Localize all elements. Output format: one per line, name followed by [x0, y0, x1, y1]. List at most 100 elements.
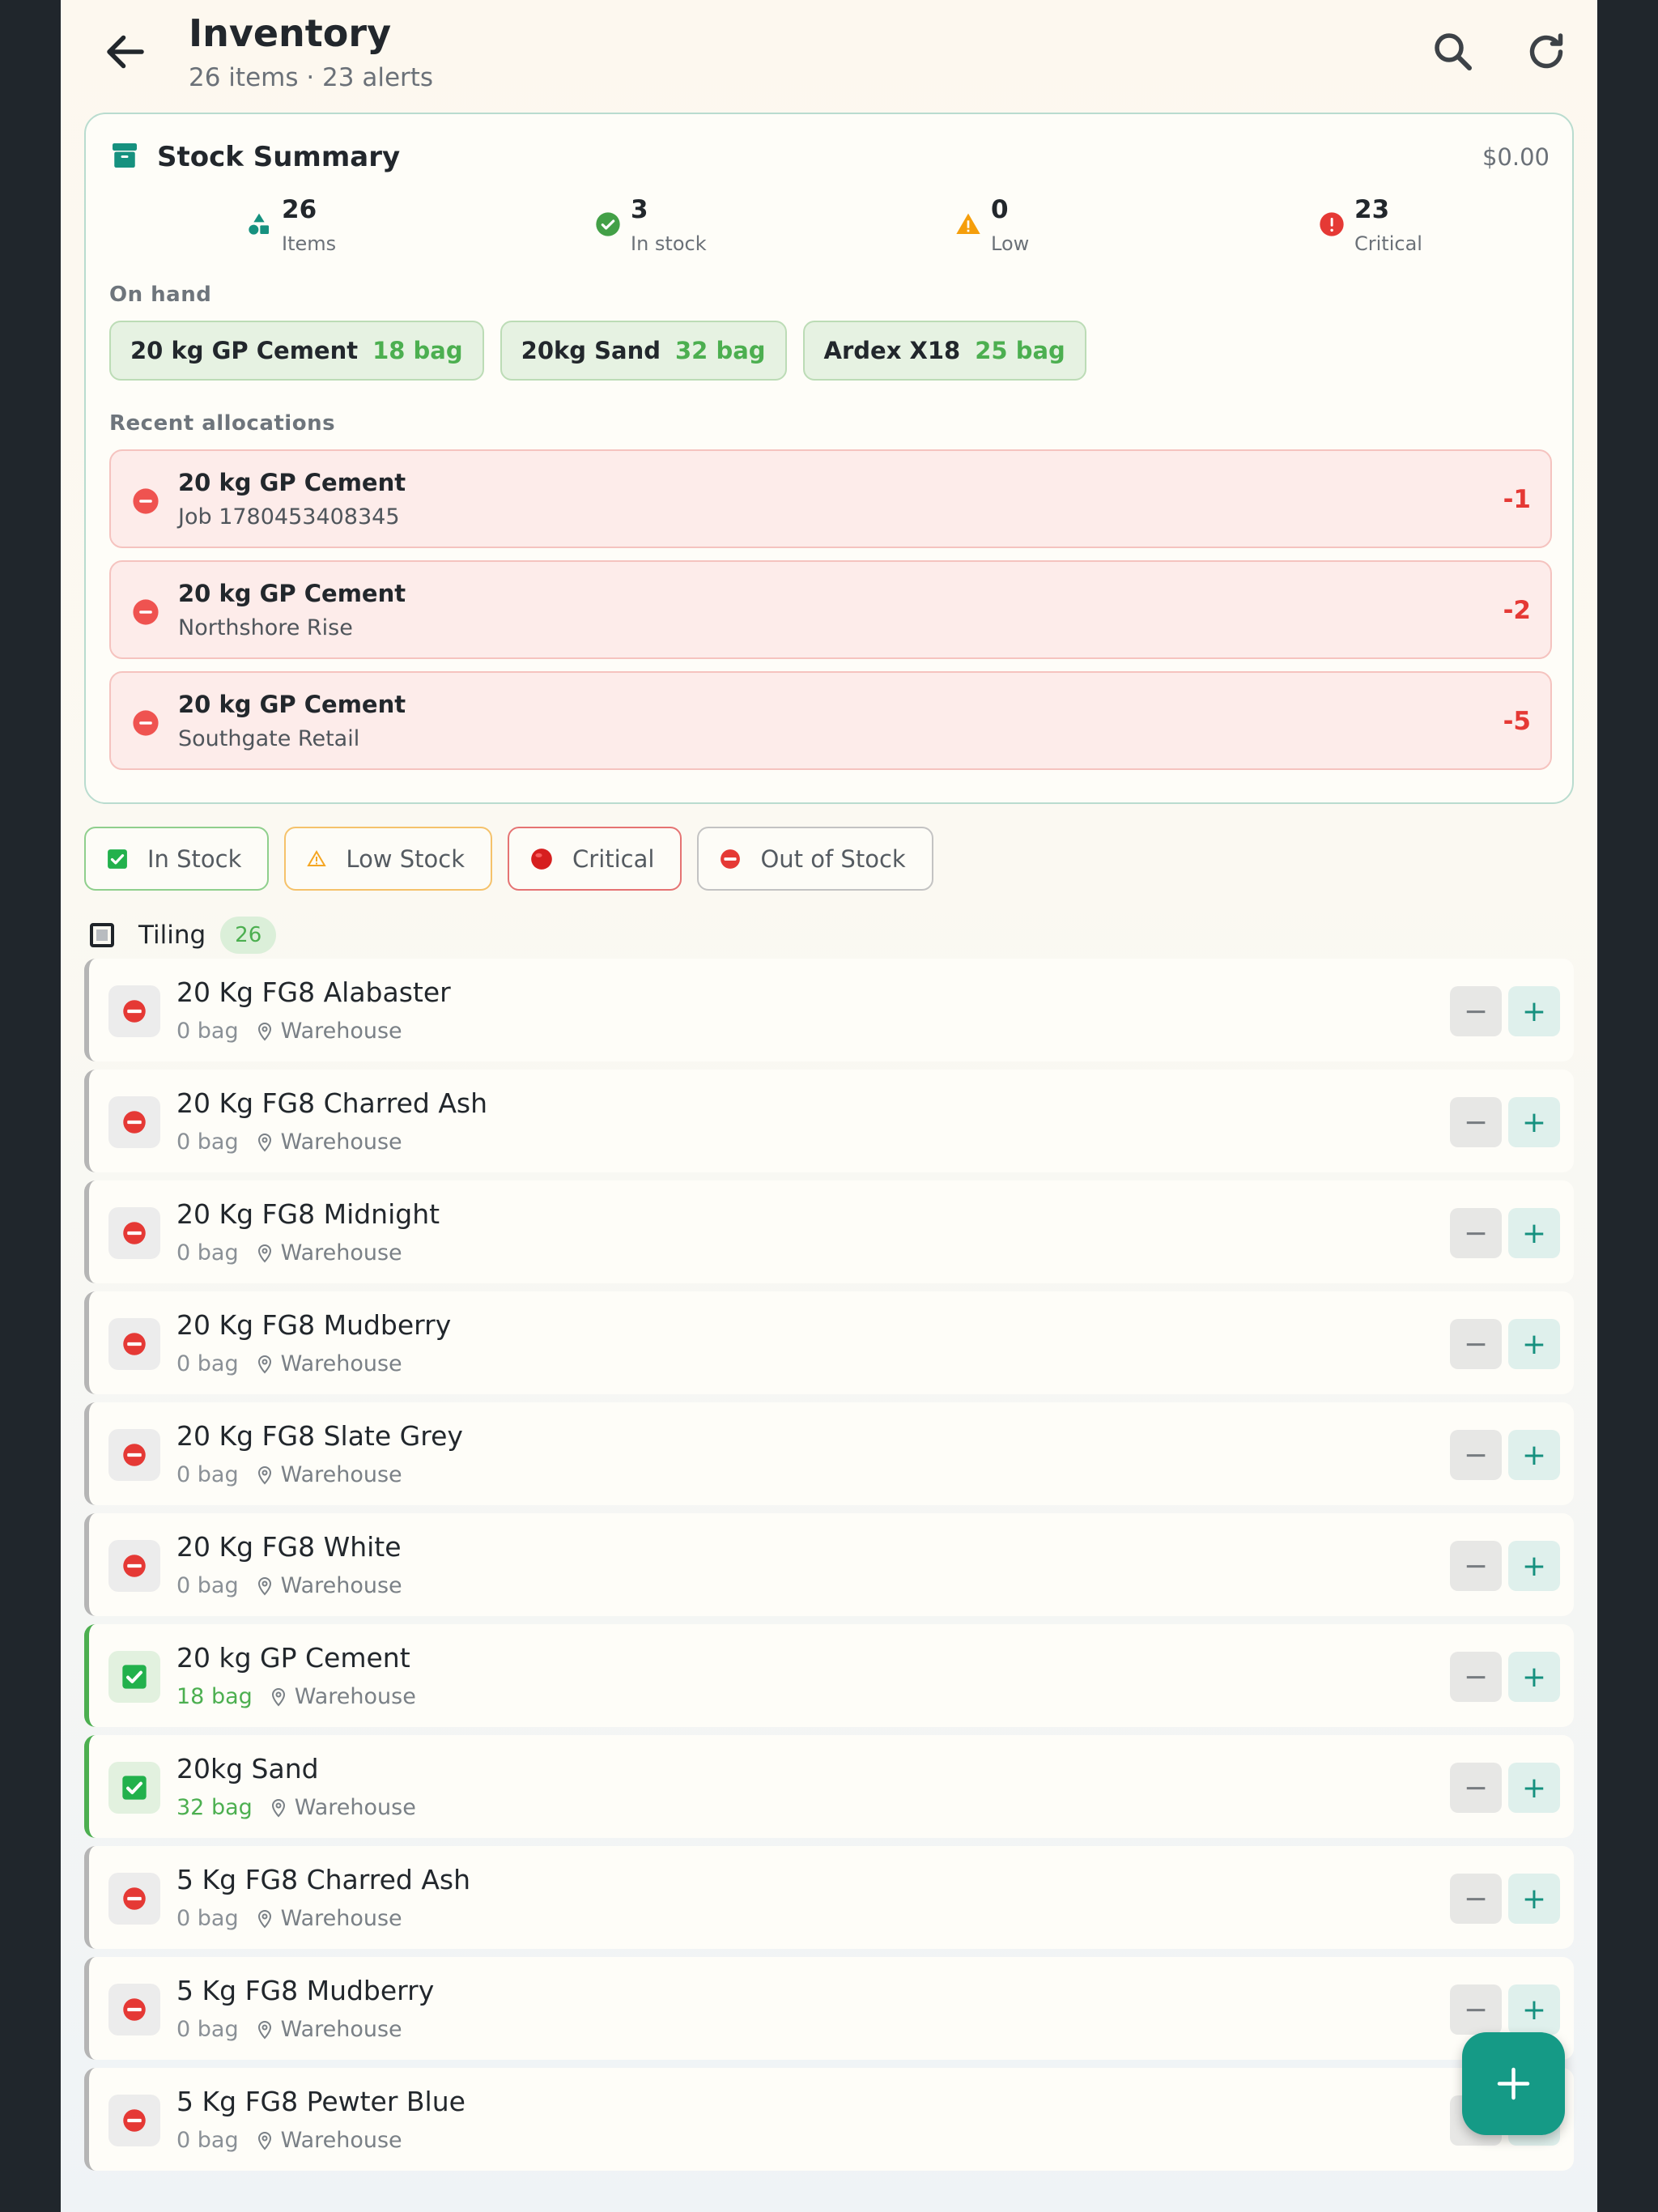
chip-name: Ardex X18: [823, 337, 961, 364]
item-name: 5 Kg FG8 Charred Ash: [176, 1864, 471, 1895]
filter-in-stock[interactable]: In Stock: [84, 827, 270, 891]
inventory-item[interactable]: 20 Kg FG8 Charred Ash 0 bag Warehouse − …: [84, 1070, 1574, 1172]
filter-out-of-stock[interactable]: Out of Stock: [697, 827, 933, 891]
allocation-job: Northshore Rise: [178, 615, 353, 640]
chip-qty: 18 bag: [372, 337, 463, 364]
decrease-button[interactable]: −: [1450, 1541, 1502, 1591]
item-location: Warehouse: [280, 1573, 402, 1598]
increase-button[interactable]: +: [1508, 1319, 1560, 1369]
increase-button[interactable]: +: [1508, 1652, 1560, 1702]
filter-critical[interactable]: Critical: [508, 827, 682, 891]
search-button[interactable]: [1429, 28, 1477, 76]
increase-button[interactable]: +: [1508, 1097, 1560, 1147]
add-item-fab[interactable]: [1462, 2032, 1565, 2135]
stat-label: In stock: [631, 232, 707, 255]
allocation-item[interactable]: 20 kg GP Cement Job 1780453408345 -1: [109, 449, 1552, 548]
location-pin-icon: [271, 1687, 285, 1706]
inventory-item[interactable]: 5 Kg FG8 Pewter Blue 0 bag Warehouse − +: [84, 2068, 1574, 2171]
plus-icon: +: [1521, 1438, 1547, 1472]
decrease-button[interactable]: −: [1450, 1319, 1502, 1369]
inventory-item-list: 20 Kg FG8 Alabaster 0 bag Warehouse − + …: [84, 959, 1574, 2179]
location-pin-icon: [257, 1355, 271, 1373]
inventory-item[interactable]: 20 Kg FG8 Midnight 0 bag Warehouse − +: [84, 1180, 1574, 1283]
location-pin-icon: [257, 1909, 271, 1928]
no-entry-icon: [108, 2095, 160, 2146]
inventory-item[interactable]: 20 Kg FG8 Mudberry 0 bag Warehouse − +: [84, 1291, 1574, 1394]
allocation-item[interactable]: 20 kg GP Cement Southgate Retail -5: [109, 671, 1552, 770]
summary-title: Stock Summary: [157, 141, 401, 173]
no-entry-icon: [108, 1096, 160, 1148]
filter-low-stock[interactable]: Low Stock: [284, 827, 493, 891]
item-qty: 0 bag: [176, 1573, 239, 1598]
filter-label: Out of Stock: [760, 844, 906, 873]
item-meta: 32 bag Warehouse: [176, 1795, 416, 1820]
increase-button[interactable]: +: [1508, 986, 1560, 1036]
increase-button[interactable]: +: [1508, 1541, 1560, 1591]
decrease-button[interactable]: −: [1450, 986, 1502, 1036]
no-entry-icon: [108, 985, 160, 1037]
decrease-button[interactable]: −: [1450, 1874, 1502, 1924]
search-icon: [1435, 33, 1472, 70]
item-meta: 0 bag Warehouse: [176, 1351, 402, 1376]
filter-label: Critical: [572, 844, 655, 873]
on-hand-chip[interactable]: 20 kg GP Cement 18 bag: [109, 321, 484, 381]
no-entry-icon: [108, 1207, 160, 1259]
group-checkbox-icon[interactable]: [90, 923, 114, 947]
decrease-button[interactable]: −: [1450, 1984, 1502, 2035]
item-qty: 18 bag: [176, 1684, 253, 1709]
decrease-button[interactable]: −: [1450, 1208, 1502, 1258]
increase-button[interactable]: +: [1508, 1984, 1560, 2035]
allocation-qty: -2: [1503, 596, 1531, 625]
group-count-badge: 26: [220, 917, 277, 954]
refresh-button[interactable]: [1522, 28, 1571, 76]
increase-button[interactable]: +: [1508, 1208, 1560, 1258]
plus-icon: [1497, 2067, 1530, 2100]
decrease-button[interactable]: −: [1450, 1097, 1502, 1147]
inventory-item[interactable]: 20 Kg FG8 Alabaster 0 bag Warehouse − +: [84, 959, 1574, 1061]
location-pin-icon: [257, 1244, 271, 1262]
on-hand-chip[interactable]: Ardex X18 25 bag: [802, 321, 1086, 381]
minus-icon: −: [1463, 1105, 1489, 1139]
increase-button[interactable]: +: [1508, 1763, 1560, 1813]
plus-icon: +: [1521, 1105, 1547, 1139]
shapes-icon: [249, 213, 269, 235]
inventory-item[interactable]: 5 Kg FG8 Mudberry 0 bag Warehouse − +: [84, 1957, 1574, 2060]
back-button[interactable]: [101, 28, 150, 76]
item-location: Warehouse: [280, 2128, 402, 2153]
increase-button[interactable]: +: [1508, 1874, 1560, 1924]
minus-icon: −: [1463, 1549, 1489, 1583]
item-meta: 0 bag Warehouse: [176, 2017, 402, 2042]
item-name: 20 Kg FG8 Charred Ash: [176, 1087, 488, 1119]
inventory-item[interactable]: 20 Kg FG8 White 0 bag Warehouse − +: [84, 1513, 1574, 1616]
group-header-tiling[interactable]: Tiling 26: [90, 915, 277, 955]
minus-icon: −: [1463, 994, 1489, 1028]
item-qty: 0 bag: [176, 1240, 239, 1266]
minus-icon: −: [1463, 1438, 1489, 1472]
plus-icon: +: [1521, 1771, 1547, 1805]
item-qty: 0 bag: [176, 2017, 239, 2042]
location-pin-icon: [257, 2131, 271, 2150]
item-location: Warehouse: [280, 1462, 402, 1487]
refresh-icon: [1529, 33, 1563, 69]
plus-icon: +: [1521, 1882, 1547, 1916]
item-name: 20 kg GP Cement: [176, 1642, 410, 1674]
plus-icon: +: [1521, 994, 1547, 1028]
on-hand-chip[interactable]: 20kg Sand 32 bag: [500, 321, 787, 381]
no-entry-icon: [108, 1318, 160, 1370]
decrease-button[interactable]: −: [1450, 1652, 1502, 1702]
inventory-item[interactable]: 20 kg GP Cement 18 bag Warehouse − +: [84, 1624, 1574, 1727]
allocation-item[interactable]: 20 kg GP Cement Northshore Rise -2: [109, 560, 1552, 659]
decrease-button[interactable]: −: [1450, 1763, 1502, 1813]
minus-icon: −: [1463, 1993, 1489, 2027]
inventory-item[interactable]: 20 Kg FG8 Slate Grey 0 bag Warehouse − +: [84, 1402, 1574, 1505]
inventory-item[interactable]: 20kg Sand 32 bag Warehouse − +: [84, 1735, 1574, 1838]
page-subtitle: 26 items · 23 alerts: [189, 63, 434, 92]
warning-icon: [307, 849, 327, 866]
item-qty: 0 bag: [176, 1906, 239, 1931]
minus-circle-icon: [133, 710, 159, 736]
decrease-button[interactable]: −: [1450, 1430, 1502, 1480]
inventory-item[interactable]: 5 Kg FG8 Charred Ash 0 bag Warehouse − +: [84, 1846, 1574, 1949]
warning-icon: [956, 213, 980, 234]
increase-button[interactable]: +: [1508, 1430, 1560, 1480]
item-name: 5 Kg FG8 Pewter Blue: [176, 2086, 466, 2117]
